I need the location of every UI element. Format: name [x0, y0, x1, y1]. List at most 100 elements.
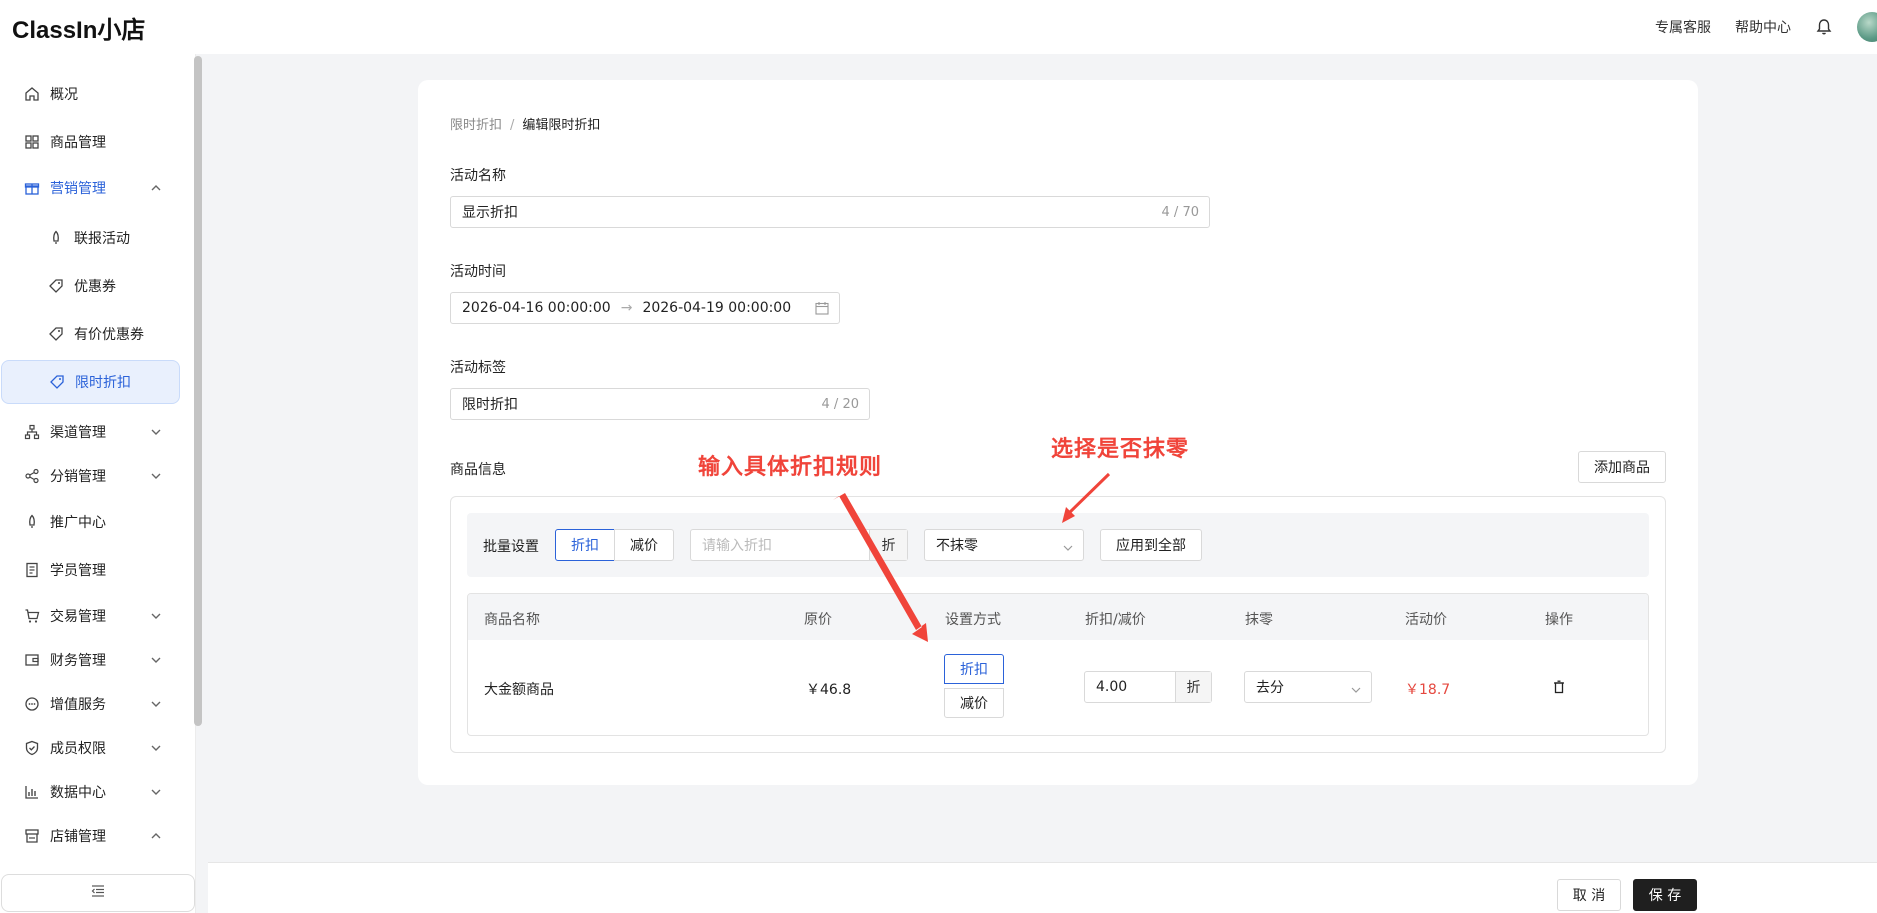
annotation-rounding: 选择是否抹零: [1051, 437, 1190, 462]
sidebar: 概况 商品管理 营销管理 联报活动 优惠券 有价优惠券 限时折扣 渠道管理 分销…: [0, 54, 202, 913]
row-mode-discount[interactable]: 折扣: [944, 654, 1004, 684]
start-date[interactable]: 2026-04-16 00:00:00: [462, 300, 611, 316]
chevron-down-icon: [1063, 541, 1073, 551]
sidebar-item-channels[interactable]: 渠道管理: [0, 412, 192, 452]
help-center-link[interactable]: 帮助中心: [1735, 17, 1791, 37]
apply-all-button[interactable]: 应用到全部: [1100, 529, 1202, 561]
sidebar-item-data-center[interactable]: 数据中心: [0, 772, 192, 812]
add-product-button[interactable]: 添加商品: [1578, 451, 1666, 483]
customer-service-link[interactable]: 专属客服: [1655, 17, 1711, 37]
sidebar-item-value-added[interactable]: 增值服务: [0, 684, 192, 724]
sidebar-item-label: 交易管理: [50, 609, 106, 625]
footer-bar: [208, 862, 1877, 913]
app-logo[interactable]: ClassIn小店: [12, 10, 145, 45]
breadcrumb: 限时折扣 / 编辑限时折扣: [450, 114, 600, 133]
sidebar-item-label: 推广中心: [50, 515, 106, 531]
batch-mode-reduce[interactable]: 减价: [614, 529, 674, 561]
activity-tag-input[interactable]: 限时折扣 4 / 20: [450, 388, 870, 420]
sidebar-item-finance[interactable]: 财务管理: [0, 640, 192, 680]
activity-tag-value: 限时折扣: [462, 397, 518, 413]
chevron-down-icon: [150, 698, 162, 710]
chevron-down-icon: [150, 470, 162, 482]
activity-name-input[interactable]: 显示折扣 4 / 70: [450, 196, 1210, 228]
tag-icon: [48, 326, 64, 342]
sidebar-item-label: 渠道管理: [50, 425, 106, 441]
sidebar-item-marketing[interactable]: 营销管理: [0, 168, 192, 208]
cancel-button[interactable]: 取 消: [1557, 879, 1621, 911]
sidebar-item-store[interactable]: 店铺管理: [0, 816, 192, 856]
sidebar-item-students[interactable]: 学员管理: [0, 550, 192, 590]
sidebar-item-label: 营销管理: [50, 181, 106, 197]
sidebar-item-label: 增值服务: [50, 697, 106, 713]
home-icon: [24, 86, 40, 102]
hierarchy-icon: [24, 424, 40, 440]
sidebar-item-label: 分销管理: [50, 469, 106, 485]
save-button[interactable]: 保 存: [1633, 879, 1697, 911]
product-table: 商品名称 原价 设置方式 折扣/减价 抹零 活动价 操作: [467, 593, 1649, 736]
column-header: 活动价: [1405, 612, 1447, 628]
row-rounding-value: 去分: [1256, 680, 1284, 696]
chat-icon: [24, 696, 40, 712]
trash-icon[interactable]: [1552, 680, 1566, 694]
breadcrumb-separator: /: [510, 118, 515, 133]
activity-tag-label: 活动标签: [450, 360, 506, 376]
gift-icon: [24, 180, 40, 196]
batch-rounding-select[interactable]: 不抹零: [924, 529, 1084, 561]
wallet-icon: [24, 652, 40, 668]
store-icon: [24, 828, 40, 844]
bar-chart-icon: [24, 784, 40, 800]
sidebar-item-permissions[interactable]: 成员权限: [0, 728, 192, 768]
chevron-down-icon: [150, 786, 162, 798]
activity-price: ￥18.7: [1405, 682, 1451, 698]
sidebar-item-overview[interactable]: 概况: [0, 74, 192, 114]
table-header: 商品名称 原价 设置方式 折扣/减价 抹零 活动价 操作: [468, 594, 1648, 640]
chevron-down-icon: [150, 610, 162, 622]
tag-icon: [48, 278, 64, 294]
sidebar-item-label: 有价优惠券: [74, 327, 144, 343]
grid-icon: [24, 134, 40, 150]
sidebar-item-products[interactable]: 商品管理: [0, 122, 192, 162]
date-range-picker[interactable]: 2026-04-16 00:00:00 → 2026-04-19 00:00:0…: [450, 292, 840, 324]
discount-unit: 折: [1175, 672, 1211, 702]
rocket-icon: [48, 230, 64, 246]
row-discount-value: 4.00: [1096, 679, 1128, 695]
sidebar-item-flash-discount[interactable]: 限时折扣: [1, 360, 180, 404]
chevron-up-icon: [150, 182, 162, 194]
breadcrumb-current: 编辑限时折扣: [522, 118, 601, 133]
calendar-icon: [815, 301, 829, 315]
sidebar-item-label: 成员权限: [50, 741, 106, 757]
collapse-sidebar-button[interactable]: [1, 874, 195, 912]
row-discount-input[interactable]: 4.00 折: [1084, 671, 1212, 703]
tag-icon: [49, 374, 65, 390]
sidebar-item-transactions[interactable]: 交易管理: [0, 596, 192, 636]
sidebar-item-distribution[interactable]: 分销管理: [0, 456, 192, 496]
discount-unit: 折: [869, 530, 907, 560]
batch-discount-input[interactable]: 请输入折扣 折: [690, 529, 908, 561]
row-mode-reduce[interactable]: 减价: [944, 688, 1004, 718]
chevron-down-icon: [1351, 683, 1361, 693]
sidebar-item-label: 限时折扣: [75, 375, 131, 391]
activity-name-label: 活动名称: [450, 168, 506, 184]
sidebar-item-label: 店铺管理: [50, 829, 106, 845]
column-header: 原价: [804, 612, 832, 628]
sidebar-item-label: 概况: [50, 87, 78, 103]
sidebar-item-bundle[interactable]: 联报活动: [0, 218, 192, 258]
row-rounding-select[interactable]: 去分: [1244, 671, 1372, 703]
chevron-down-icon: [150, 742, 162, 754]
end-date[interactable]: 2026-04-19 00:00:00: [642, 300, 791, 316]
breadcrumb-parent[interactable]: 限时折扣: [450, 118, 502, 133]
share-icon: [24, 468, 40, 484]
menu-fold-icon: [91, 885, 105, 901]
sidebar-item-promotion[interactable]: 推广中心: [0, 502, 192, 542]
bell-icon[interactable]: [1815, 18, 1833, 36]
batch-mode-discount[interactable]: 折扣: [555, 529, 615, 561]
sidebar-item-paid-coupon[interactable]: 有价优惠券: [0, 314, 192, 354]
user-avatar[interactable]: [1857, 12, 1877, 42]
sidebar-item-label: 优惠券: [74, 279, 116, 295]
activity-name-value: 显示折扣: [462, 205, 518, 221]
sidebar-item-coupon[interactable]: 优惠券: [0, 266, 192, 306]
product-name: 大金额商品: [484, 682, 554, 698]
top-header: ClassIn小店 专属客服 帮助中心: [0, 0, 1877, 54]
sidebar-scrollbar[interactable]: [194, 56, 202, 726]
column-header: 抹零: [1245, 612, 1273, 628]
